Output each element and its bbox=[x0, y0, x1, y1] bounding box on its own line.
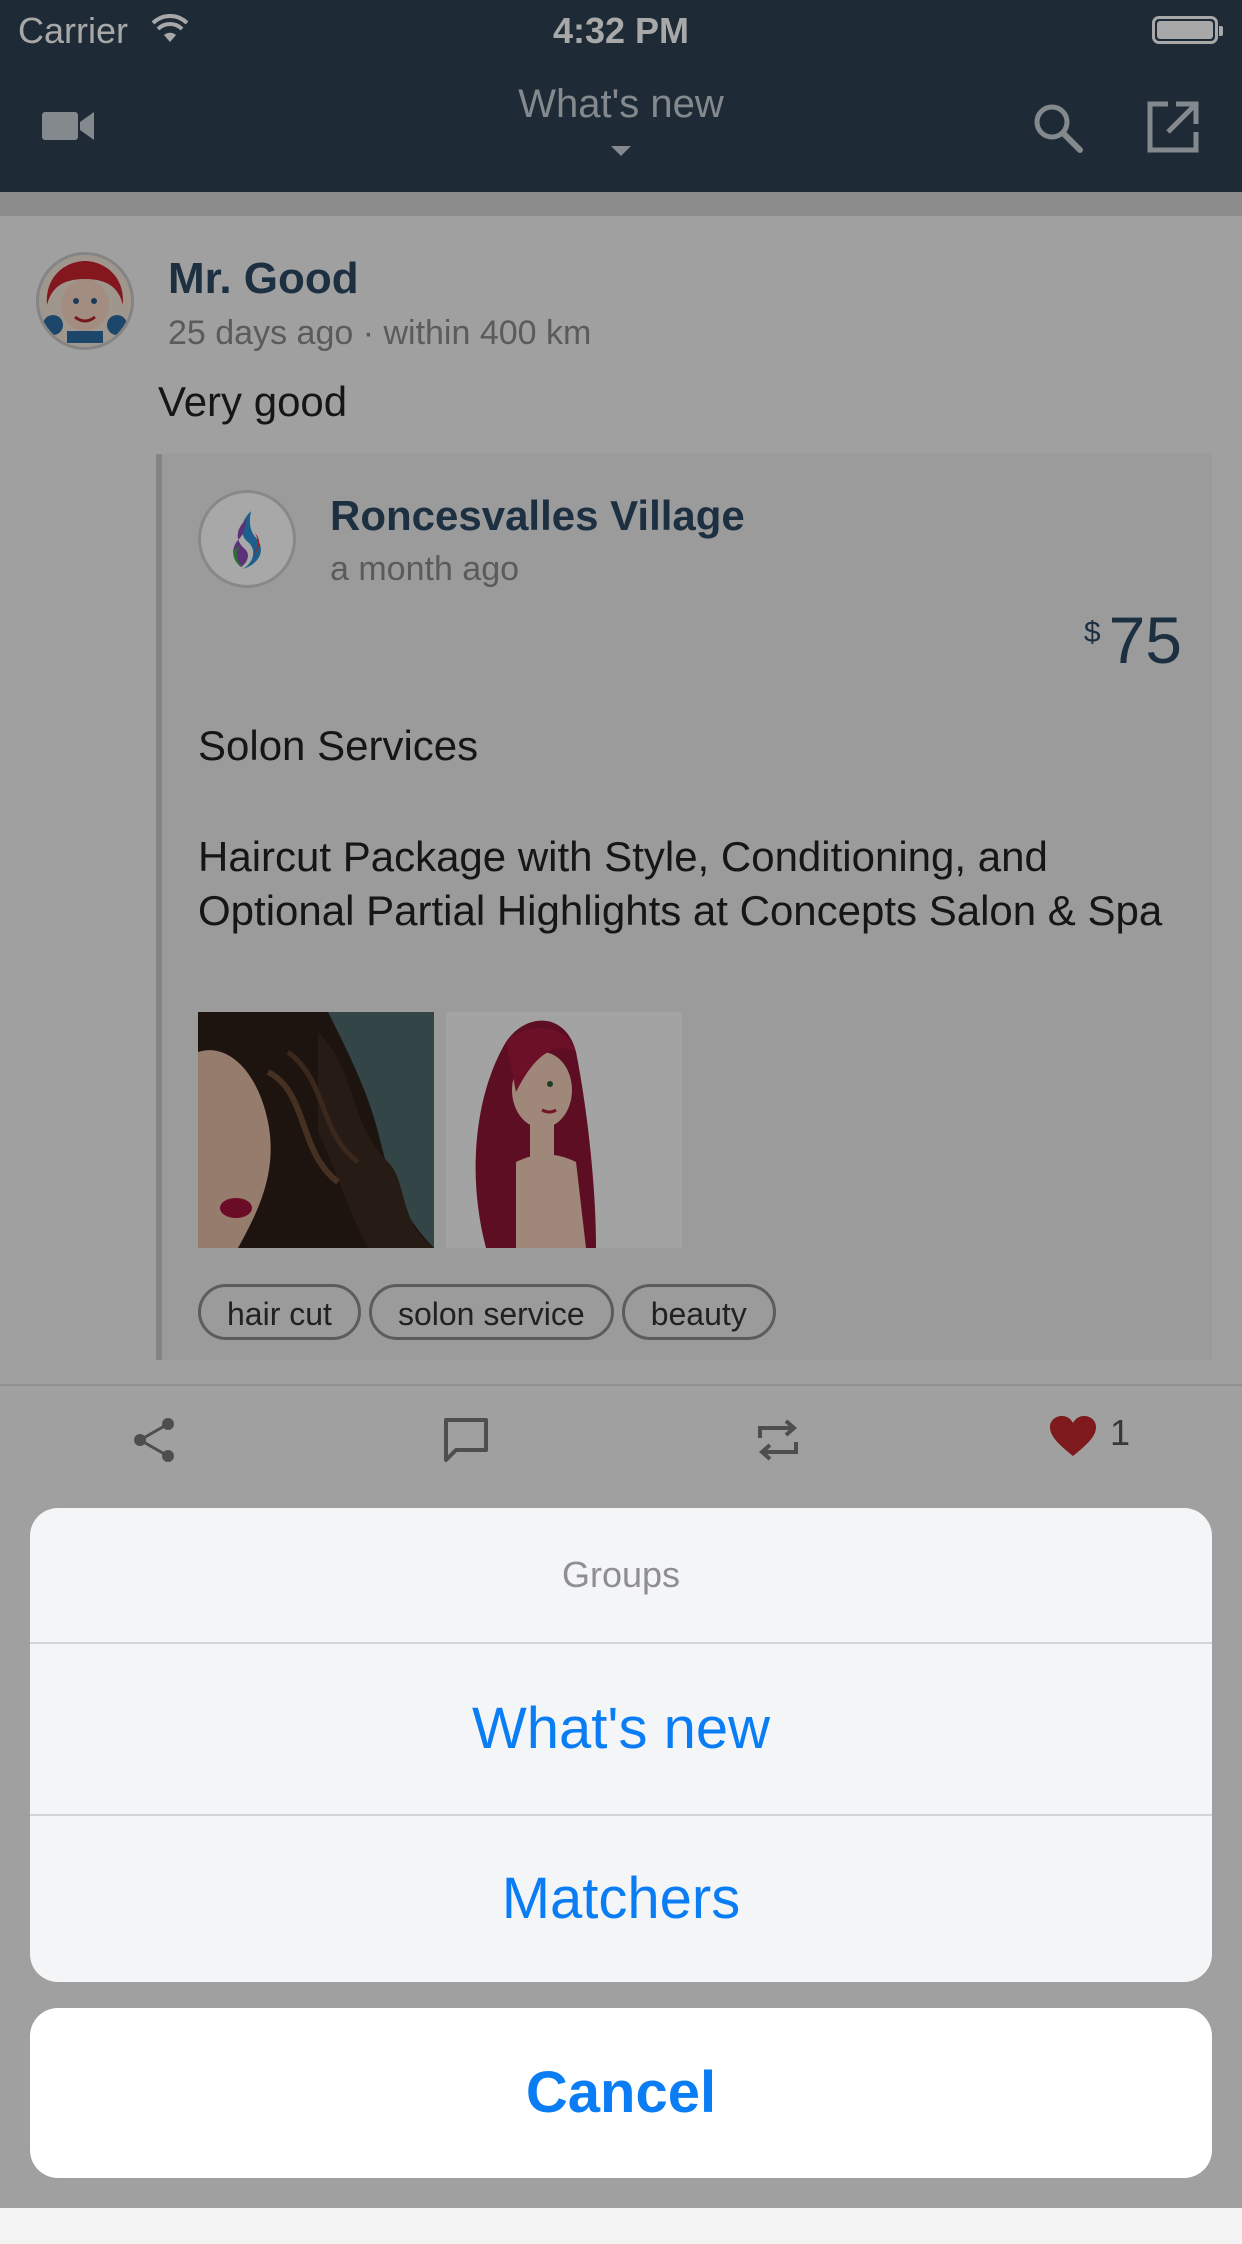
groups-action-sheet: Groups What's new Matchers bbox=[30, 1508, 1212, 1982]
option-whats-new[interactable]: What's new bbox=[30, 1644, 1212, 1814]
option-matchers[interactable]: Matchers bbox=[30, 1814, 1212, 1982]
cancel-button[interactable]: Cancel bbox=[30, 2008, 1212, 2178]
action-sheet-title: Groups bbox=[561, 1554, 681, 1595]
